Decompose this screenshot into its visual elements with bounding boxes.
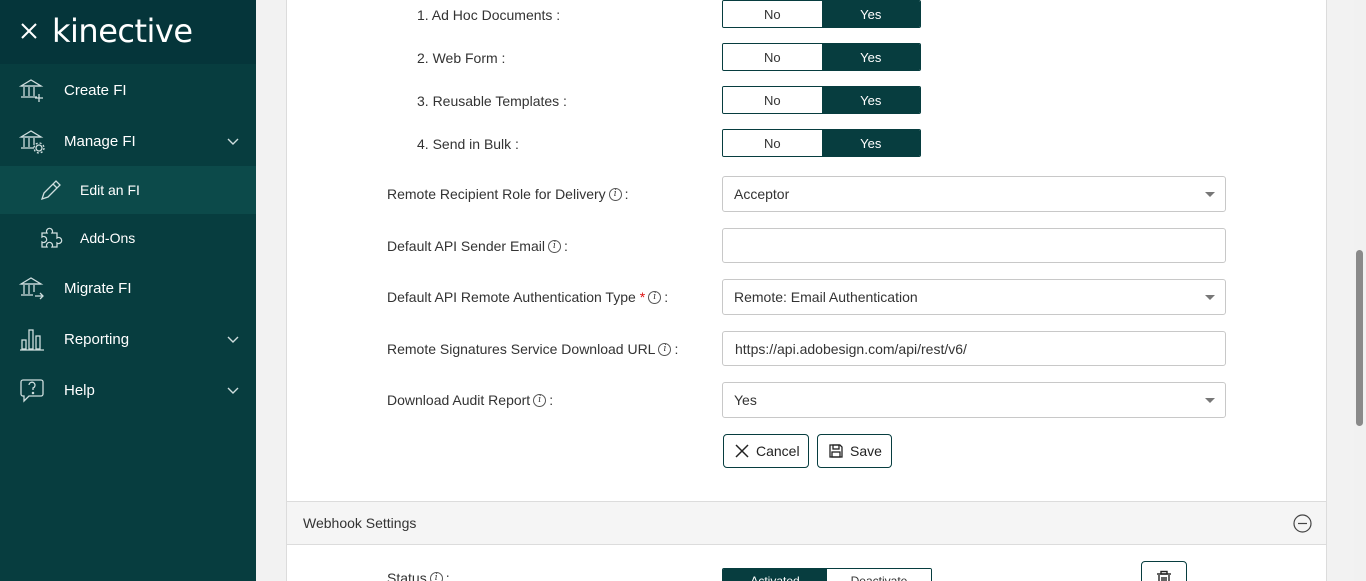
- reusable-templates-label: 3. Reusable Templates :: [417, 93, 567, 109]
- label-colon: :: [445, 570, 450, 581]
- sidebar-item-label: Manage FI: [64, 132, 136, 150]
- toggle-no[interactable]: No: [723, 1, 822, 27]
- label-colon: :: [549, 392, 554, 408]
- send-in-bulk-label: 4. Send in Bulk :: [417, 136, 519, 152]
- caret-down-icon: [1205, 398, 1215, 403]
- save-label: Save: [850, 443, 882, 459]
- toggle-yes[interactable]: Yes: [821, 130, 920, 156]
- reusable-templates-toggle[interactable]: No Yes: [722, 86, 921, 114]
- toggle-yes[interactable]: Yes: [821, 44, 920, 70]
- status-text: Status: [387, 570, 427, 581]
- sidebar-item-label: Edit an FI: [80, 182, 140, 198]
- toggle-deactivate[interactable]: Deactivate: [827, 569, 931, 581]
- page-scrollbar[interactable]: [1354, 0, 1366, 581]
- required-asterisk: *: [639, 289, 646, 305]
- bank-plus-icon: [19, 79, 44, 102]
- sidebar-item-reporting[interactable]: Reporting: [0, 314, 256, 364]
- ad-hoc-documents-toggle[interactable]: No Yes: [722, 0, 921, 28]
- label-colon: :: [674, 341, 679, 357]
- recipient-role-select[interactable]: Acceptor: [722, 176, 1226, 212]
- webhook-status-toggle[interactable]: Activated Deactivate: [722, 568, 932, 581]
- download-url-input[interactable]: [722, 331, 1226, 366]
- send-in-bulk-toggle[interactable]: No Yes: [722, 129, 921, 157]
- settings-card: 1. Ad Hoc Documents : No Yes 2. Web Form…: [286, 0, 1327, 581]
- delete-button[interactable]: [1141, 561, 1187, 581]
- floppy-disk-icon: [829, 444, 843, 458]
- chevron-down-icon[interactable]: [227, 135, 239, 147]
- bank-gear-icon: [19, 130, 45, 154]
- auth-type-label: Default API Remote Authentication Type *…: [387, 289, 668, 305]
- status-label: Status i :: [387, 570, 450, 581]
- web-form-toggle[interactable]: No Yes: [722, 43, 921, 71]
- sidebar: kinective Create FI Manage FI Edit an FI…: [0, 0, 256, 581]
- close-icon[interactable]: [18, 20, 40, 42]
- sender-email-input[interactable]: [722, 228, 1226, 263]
- sidebar-item-edit-fi[interactable]: Edit an FI: [0, 166, 256, 214]
- main-content: 1. Ad Hoc Documents : No Yes 2. Web Form…: [256, 0, 1366, 581]
- toggle-activated[interactable]: Activated: [723, 569, 827, 581]
- web-form-label: 2. Web Form :: [417, 50, 506, 66]
- trash-icon: [1157, 570, 1171, 581]
- sidebar-item-label: Reporting: [64, 330, 130, 348]
- scrollbar-thumb[interactable]: [1356, 250, 1363, 426]
- ad-hoc-documents-label: 1. Ad Hoc Documents :: [417, 7, 561, 23]
- label-colon: :: [563, 238, 568, 254]
- sidebar-item-manage-fi[interactable]: Manage FI: [0, 116, 256, 166]
- sidebar-item-help[interactable]: Help: [0, 365, 256, 415]
- close-icon: [735, 444, 749, 458]
- bank-arrow-icon: [19, 277, 44, 300]
- info-icon[interactable]: i: [648, 290, 662, 304]
- cancel-label: Cancel: [756, 443, 800, 459]
- sidebar-item-add-ons[interactable]: Add-Ons: [0, 214, 256, 262]
- auth-type-select[interactable]: Remote: Email Authentication: [722, 279, 1226, 315]
- audit-report-label: Download Audit Report i :: [387, 392, 553, 408]
- toggle-no[interactable]: No: [723, 44, 822, 70]
- caret-down-icon: [1205, 192, 1215, 197]
- sidebar-item-label: Help: [64, 381, 95, 399]
- info-icon[interactable]: i: [429, 571, 443, 581]
- download-url-text: Remote Signatures Service Download URL: [387, 341, 656, 357]
- toggle-no[interactable]: No: [723, 87, 822, 113]
- webhook-settings-title: Webhook Settings: [303, 515, 417, 531]
- toggle-yes[interactable]: Yes: [821, 87, 920, 113]
- kinective-logo: kinective: [52, 12, 193, 50]
- info-icon[interactable]: i: [547, 239, 561, 253]
- save-button[interactable]: Save: [817, 434, 892, 468]
- sender-email-label: Default API Sender Email i :: [387, 238, 568, 254]
- puzzle-icon: [41, 227, 63, 248]
- pencil-icon: [40, 180, 61, 201]
- bar-chart-icon: [20, 329, 44, 351]
- select-value: Remote: Email Authentication: [734, 289, 918, 305]
- sidebar-item-migrate-fi[interactable]: Migrate FI: [0, 263, 256, 313]
- label-colon: :: [664, 289, 669, 305]
- recipient-role-text: Remote Recipient Role for Delivery: [387, 186, 606, 202]
- sidebar-item-label: Add-Ons: [80, 230, 136, 246]
- audit-report-text: Download Audit Report: [387, 392, 531, 408]
- info-icon[interactable]: i: [533, 393, 547, 407]
- info-icon[interactable]: i: [608, 187, 622, 201]
- sidebar-item-create-fi[interactable]: Create FI: [0, 65, 256, 115]
- info-icon[interactable]: i: [658, 342, 672, 356]
- chevron-down-icon[interactable]: [227, 333, 239, 345]
- caret-down-icon: [1205, 295, 1215, 300]
- label-colon: :: [624, 186, 629, 202]
- chevron-down-icon[interactable]: [227, 384, 239, 396]
- toggle-no[interactable]: No: [723, 130, 822, 156]
- help-bubble-icon: [20, 379, 44, 403]
- select-value: Acceptor: [734, 186, 790, 202]
- cancel-button[interactable]: Cancel: [723, 434, 809, 468]
- recipient-role-label: Remote Recipient Role for Delivery i :: [387, 186, 629, 202]
- collapse-minus-icon[interactable]: [1293, 514, 1312, 533]
- sidebar-item-label: Create FI: [64, 81, 127, 99]
- toggle-yes[interactable]: Yes: [821, 1, 920, 27]
- download-url-label: Remote Signatures Service Download URL i…: [387, 341, 678, 357]
- webhook-settings-header[interactable]: Webhook Settings: [287, 501, 1326, 545]
- sidebar-item-label: Migrate FI: [64, 279, 132, 297]
- audit-report-select[interactable]: Yes: [722, 382, 1226, 418]
- sidebar-header: kinective: [0, 0, 256, 64]
- sender-email-text: Default API Sender Email: [387, 238, 545, 254]
- select-value: Yes: [734, 392, 757, 408]
- auth-type-text: Default API Remote Authentication Type: [387, 289, 636, 305]
